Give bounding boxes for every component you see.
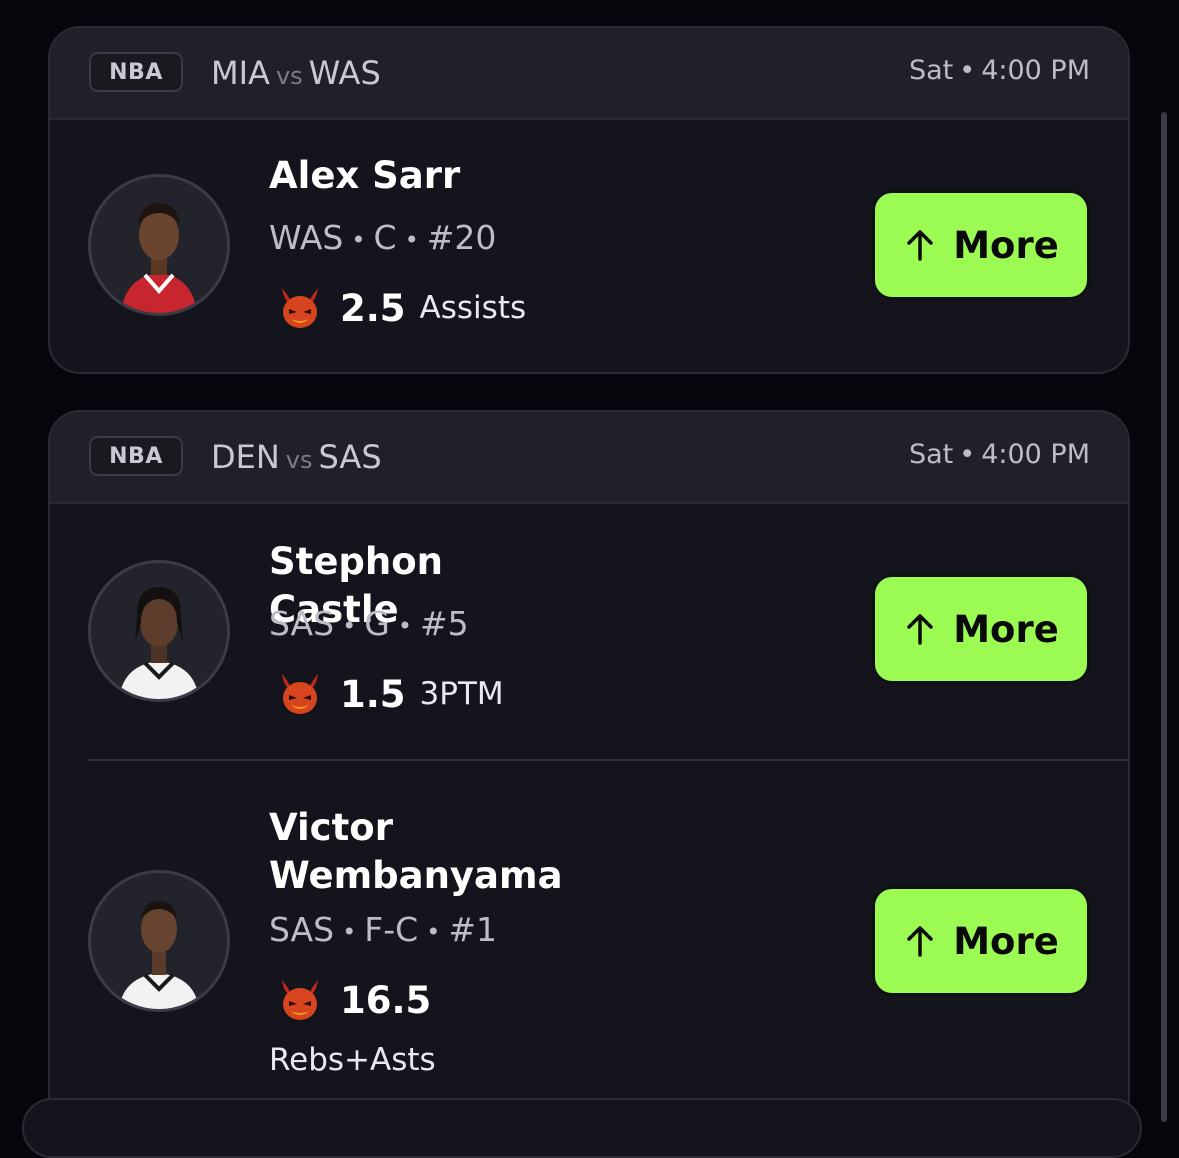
home-team: MIA: [211, 54, 270, 92]
separator: •: [342, 611, 357, 640]
game-header: NBA MIA vs WAS Sat • 4:00 PM: [50, 28, 1128, 120]
vs-label: vs: [285, 446, 313, 474]
player-number: #5: [419, 604, 469, 643]
vs-label: vs: [275, 62, 303, 90]
away-team: WAS: [308, 54, 381, 92]
player-name: Victor Wembanyama: [269, 806, 563, 897]
player-row[interactable]: Alex Sarr WAS • C • #20 2.5 Assists More: [50, 120, 1128, 372]
game-clock: 4:00 PM: [981, 439, 1090, 470]
prop-stat: 3PTM: [419, 676, 504, 712]
separator: •: [426, 917, 441, 946]
prop-stat: Rebs+Asts: [269, 1042, 436, 1078]
player-avatar: [88, 870, 230, 1012]
player-position: G: [364, 604, 390, 643]
player-team: SAS: [269, 910, 335, 949]
prop-value: 1.5: [340, 672, 406, 716]
separator: •: [397, 611, 412, 640]
player-meta: SAS • F-C • #1: [269, 910, 497, 949]
player-number: #1: [448, 910, 497, 949]
more-button[interactable]: More: [872, 886, 1090, 996]
prop-line: 2.5 Assists: [276, 284, 526, 332]
arrow-up-icon: [907, 926, 933, 957]
league-badge: NBA: [89, 436, 183, 476]
more-button[interactable]: More: [872, 190, 1090, 300]
matchup: MIA vs WAS: [211, 54, 381, 92]
game-time: Sat • 4:00 PM: [909, 55, 1090, 86]
home-team: DEN: [211, 438, 280, 476]
demon-icon: [282, 980, 318, 1020]
away-team: SAS: [318, 438, 382, 476]
player-team: WAS: [269, 218, 344, 257]
game-day: Sat: [908, 439, 954, 470]
more-button-label: More: [953, 223, 1059, 267]
player-avatar: [88, 560, 230, 702]
league-badge: NBA: [89, 52, 183, 92]
game-card: NBA MIA vs WAS Sat • 4:00 PM Alex Sarr WAS • C…: [48, 26, 1130, 374]
game-clock: 4:00 PM: [981, 55, 1090, 86]
player-position: F-C: [364, 910, 419, 949]
separator: •: [404, 225, 419, 254]
player-row[interactable]: Victor Wembanyama SAS • F-C • #1 16.5 Rebs+A…: [50, 762, 1128, 1130]
player-meta: SAS • G • #5: [269, 604, 469, 643]
player-team: SAS: [269, 604, 335, 643]
next-game-card: [22, 1098, 1142, 1158]
player-meta: WAS • C • #20: [269, 218, 496, 257]
more-button-label: More: [953, 607, 1059, 651]
prop-line: 1.5 3PTM: [276, 670, 504, 718]
prop-value: 16.5: [340, 978, 432, 1022]
separator: •: [959, 439, 976, 470]
arrow-up-icon: [907, 614, 933, 645]
more-button-label: More: [953, 919, 1059, 963]
player-row[interactable]: Stephon Castle SAS • G • #5 1.5 3PTM More: [50, 504, 1128, 758]
separator: •: [959, 55, 976, 86]
player-number: #20: [426, 218, 497, 257]
player-name: Alex Sarr: [269, 154, 461, 197]
prop-stat: Assists: [419, 290, 527, 326]
prop-line: 16.5: [276, 976, 431, 1024]
game-time: Sat • 4:00 PM: [909, 439, 1090, 470]
row-divider: [88, 759, 1128, 761]
arrow-up-icon: [907, 230, 933, 261]
demon-icon: [282, 288, 318, 328]
game-day: Sat: [908, 55, 954, 86]
game-header: NBA DEN vs SAS Sat • 4:00 PM: [50, 412, 1128, 504]
game-card: NBA DEN vs SAS Sat • 4:00 PM Stephon Castle …: [48, 410, 1130, 1130]
scrollbar[interactable]: [1161, 112, 1167, 1122]
prop-value: 2.5: [340, 286, 406, 330]
matchup: DEN vs SAS: [211, 438, 382, 476]
player-position: C: [373, 218, 397, 257]
separator: •: [342, 917, 357, 946]
more-button[interactable]: More: [872, 574, 1090, 684]
separator: •: [351, 225, 366, 254]
player-avatar: [88, 174, 230, 316]
demon-icon: [282, 674, 318, 714]
